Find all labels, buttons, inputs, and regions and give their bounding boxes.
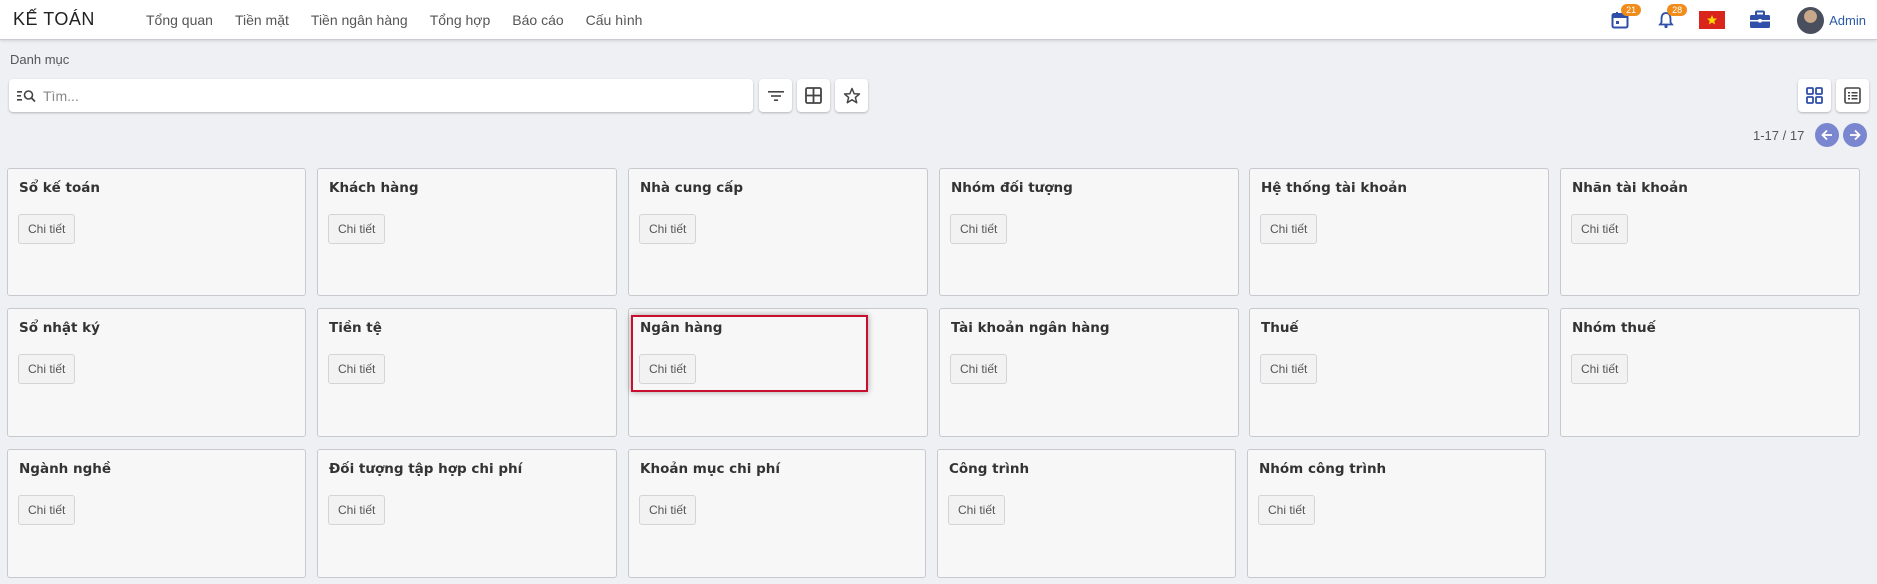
card-detail-button[interactable]: Chi tiết [1571, 214, 1629, 244]
bell-badge: 28 [1667, 4, 1688, 16]
card-cost-items[interactable]: Khoản mục chi phí Chi tiết [628, 449, 926, 578]
card-detail-button[interactable]: Chi tiết [18, 214, 76, 244]
card-bank-accounts[interactable]: Tài khoản ngân hàng Chi tiết [939, 308, 1239, 437]
search-icon [17, 88, 39, 104]
pager-value[interactable]: 1-17 / 17 [1753, 128, 1804, 143]
card-detail-button[interactable]: Chi tiết [950, 354, 1008, 384]
kanban-view-icon [1806, 87, 1823, 104]
card-journals[interactable]: Sổ nhật ký Chi tiết [7, 308, 306, 437]
card-title: Khoản mục chi phí [640, 461, 780, 477]
filter-icon [767, 90, 784, 101]
search-input[interactable] [43, 87, 723, 104]
top-navbar: KẾ TOÁN Tổng quan Tiền mặt Tiền ngân hàn… [0, 0, 1877, 40]
card-title: Sổ kế toán [19, 180, 100, 196]
card-taxes[interactable]: Thuế Chi tiết [1249, 308, 1549, 437]
calendar-activity-button[interactable]: 21 [1609, 4, 1642, 31]
card-title: Nhóm thuế [1572, 320, 1656, 336]
card-title: Ngành nghề [19, 461, 112, 477]
card-detail-button[interactable]: Chi tiết [328, 214, 386, 244]
grid-icon [805, 87, 822, 104]
calendar-badge: 21 [1621, 4, 1642, 16]
card-title: Nhãn tài khoản [1572, 180, 1688, 196]
card-detail-button[interactable]: Chi tiết [1571, 354, 1629, 384]
menu-item-overview[interactable]: Tổng quan [146, 0, 224, 40]
card-title: Hệ thống tài khoản [1261, 180, 1407, 196]
menu-item-cash[interactable]: Tiền mặt [224, 0, 300, 40]
card-title: Đối tượng tập hợp chi phí [329, 461, 523, 477]
card-detail-button[interactable]: Chi tiết [639, 354, 697, 384]
card-tax-groups[interactable]: Nhóm thuế Chi tiết [1560, 308, 1860, 437]
card-detail-button[interactable]: Chi tiết [639, 214, 697, 244]
search-bar[interactable] [9, 79, 753, 112]
card-title: Công trình [949, 461, 1030, 477]
card-detail-button[interactable]: Chi tiết [328, 354, 386, 384]
arrow-left-icon [1821, 129, 1832, 141]
menu-item-general[interactable]: Tổng hợp [419, 0, 502, 40]
card-detail-button[interactable]: Chi tiết [18, 495, 76, 525]
user-name[interactable]: Admin [1829, 13, 1866, 28]
card-detail-button[interactable]: Chi tiết [950, 214, 1008, 244]
card-detail-button[interactable]: Chi tiết [1260, 354, 1318, 384]
card-title: Khách hàng [329, 180, 419, 196]
favorites-button[interactable] [835, 79, 868, 112]
card-detail-button[interactable]: Chi tiết [328, 495, 386, 525]
card-title: Sổ nhật ký [19, 320, 100, 336]
card-cost-objects[interactable]: Đối tượng tập hợp chi phí Chi tiết [317, 449, 617, 578]
card-suppliers[interactable]: Nhà cung cấp Chi tiết [628, 168, 928, 296]
card-currencies[interactable]: Tiền tệ Chi tiết [317, 308, 617, 437]
list-view-icon [1844, 87, 1861, 104]
card-partner-groups[interactable]: Nhóm đối tượng Chi tiết [939, 168, 1239, 296]
card-industries[interactable]: Ngành nghề Chi tiết [7, 449, 306, 578]
card-title: Tiền tệ [329, 320, 382, 336]
card-projects[interactable]: Công trình Chi tiết [937, 449, 1236, 578]
card-title: Thuế [1261, 320, 1299, 336]
filter-button[interactable] [759, 79, 792, 112]
card-detail-button[interactable]: Chi tiết [1260, 214, 1318, 244]
app-title[interactable]: KẾ TOÁN [13, 9, 95, 30]
list-view-button[interactable] [1836, 79, 1869, 112]
card-title: Ngân hàng [640, 320, 723, 336]
card-chart-of-accounts[interactable]: Hệ thống tài khoản Chi tiết [1249, 168, 1549, 296]
menu-item-config[interactable]: Cấu hình [575, 0, 654, 40]
group-by-button[interactable] [797, 79, 830, 112]
card-detail-button[interactable]: Chi tiết [18, 354, 76, 384]
card-detail-button[interactable]: Chi tiết [948, 495, 1006, 525]
menu-item-bank[interactable]: Tiền ngân hàng [300, 0, 419, 40]
notification-button[interactable]: 28 [1655, 4, 1688, 31]
star-outline-icon [843, 87, 860, 103]
nav-right: 21 28 Admin [1585, 0, 1866, 40]
briefcase-icon [1750, 10, 1771, 28]
pager-previous-button[interactable] [1815, 123, 1839, 147]
card-title: Nhóm đối tượng [951, 180, 1073, 196]
card-customers[interactable]: Khách hàng Chi tiết [317, 168, 617, 296]
card-detail-button[interactable]: Chi tiết [1258, 495, 1316, 525]
menu-item-reports[interactable]: Báo cáo [501, 0, 574, 40]
card-project-groups[interactable]: Nhóm công trình Chi tiết [1247, 449, 1546, 578]
card-title: Tài khoản ngân hàng [951, 320, 1110, 336]
main-menu: Tổng quan Tiền mặt Tiền ngân hàng Tổng h… [146, 0, 653, 40]
briefcase-button[interactable] [1749, 9, 1771, 31]
card-banks[interactable]: Ngân hàng Chi tiết [628, 308, 928, 437]
card-detail-button[interactable]: Chi tiết [639, 495, 697, 525]
vietnam-flag-icon[interactable] [1699, 11, 1726, 29]
card-title: Nhóm công trình [1259, 461, 1387, 477]
star-icon [1707, 15, 1718, 25]
card-ledger[interactable]: Sổ kế toán Chi tiết [7, 168, 306, 296]
card-account-tags[interactable]: Nhãn tài khoản Chi tiết [1560, 168, 1860, 296]
breadcrumb: Danh mục [10, 52, 70, 67]
pager-next-button[interactable] [1843, 123, 1867, 147]
arrow-right-icon [1850, 129, 1861, 141]
kanban-view-button[interactable] [1798, 79, 1831, 112]
card-title: Nhà cung cấp [640, 180, 744, 196]
avatar[interactable] [1797, 6, 1825, 34]
